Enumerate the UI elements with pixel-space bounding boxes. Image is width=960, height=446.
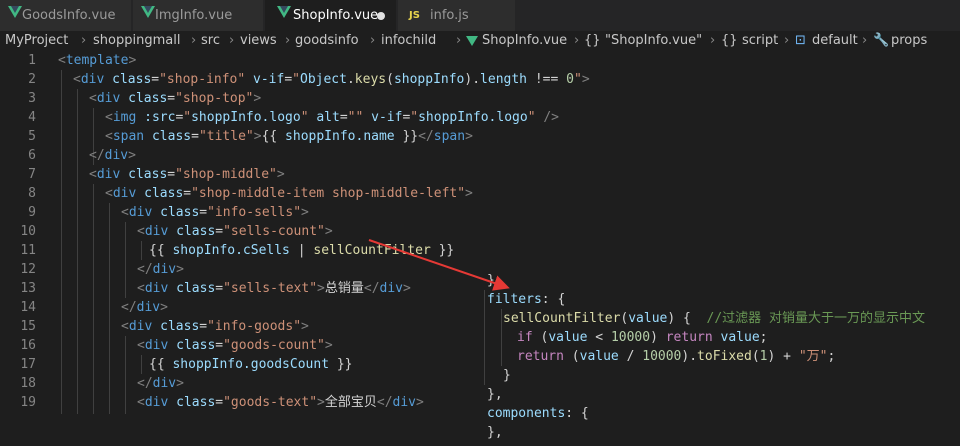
wrench-icon: 🔧 <box>873 33 890 48</box>
tab-label: ImgInfo.vue <box>155 8 233 23</box>
tab-label: GoodsInfo.vue <box>22 8 116 23</box>
vue-icon <box>141 6 155 18</box>
breadcrumb-item[interactable]: ShopInfo.vue <box>482 33 567 48</box>
tab-label: info.js <box>430 8 469 23</box>
unsaved-dot-icon[interactable] <box>377 12 385 20</box>
chevron-right-icon: › <box>456 33 462 48</box>
breadcrumb-item[interactable]: views <box>240 33 277 48</box>
editor-tabs: GoodsInfo.vue ImgInfo.vue ShopInfo.vue J… <box>0 0 960 31</box>
chevron-right-icon: › <box>81 33 87 48</box>
red-arrow-annotation <box>368 239 510 291</box>
braces-icon: {} <box>721 33 738 48</box>
vue-icon <box>8 6 22 18</box>
breadcrumb-item[interactable]: script <box>742 33 778 48</box>
field-icon: ⊡ <box>795 33 806 48</box>
tab-goodsinfo[interactable]: GoodsInfo.vue <box>0 0 132 31</box>
vue-icon <box>466 36 478 46</box>
breadcrumb: MyProject › shoppingmall › src › views ›… <box>0 31 960 51</box>
chevron-right-icon: › <box>784 33 790 48</box>
breadcrumb-item[interactable]: props <box>891 33 927 48</box>
breadcrumb-item[interactable]: goodsinfo <box>295 33 359 48</box>
chevron-right-icon: › <box>574 33 580 48</box>
code-editor[interactable]: 1 <template> 2 <div class="shop-info" v-if=… <box>0 51 960 446</box>
braces-icon: {} <box>584 33 601 48</box>
breadcrumb-item[interactable]: shoppingmall <box>93 33 180 48</box>
chevron-right-icon: › <box>191 33 197 48</box>
snippet-line: }, <box>487 423 503 442</box>
code-token: }, <box>487 425 503 440</box>
vue-icon <box>277 6 291 18</box>
tab-label: ShopInfo.vue <box>293 8 379 23</box>
breadcrumb-item[interactable]: MyProject <box>5 33 68 48</box>
chevron-right-icon: › <box>370 33 376 48</box>
js-icon: JS <box>409 10 420 21</box>
tab-infojs[interactable]: JS info.js <box>398 0 516 31</box>
chevron-right-icon: › <box>229 33 235 48</box>
breadcrumb-item[interactable]: infochild <box>381 33 436 48</box>
breadcrumb-item[interactable]: "ShopInfo.vue" <box>605 33 702 48</box>
chevron-right-icon: › <box>285 33 291 48</box>
breadcrumb-item[interactable]: src <box>201 33 220 48</box>
chevron-right-icon: › <box>862 33 868 48</box>
tab-shopinfo[interactable]: ShopInfo.vue <box>265 0 397 31</box>
chevron-right-icon: › <box>710 33 716 48</box>
breadcrumb-item[interactable]: default <box>812 33 858 48</box>
tab-imginfo[interactable]: ImgInfo.vue <box>133 0 264 31</box>
